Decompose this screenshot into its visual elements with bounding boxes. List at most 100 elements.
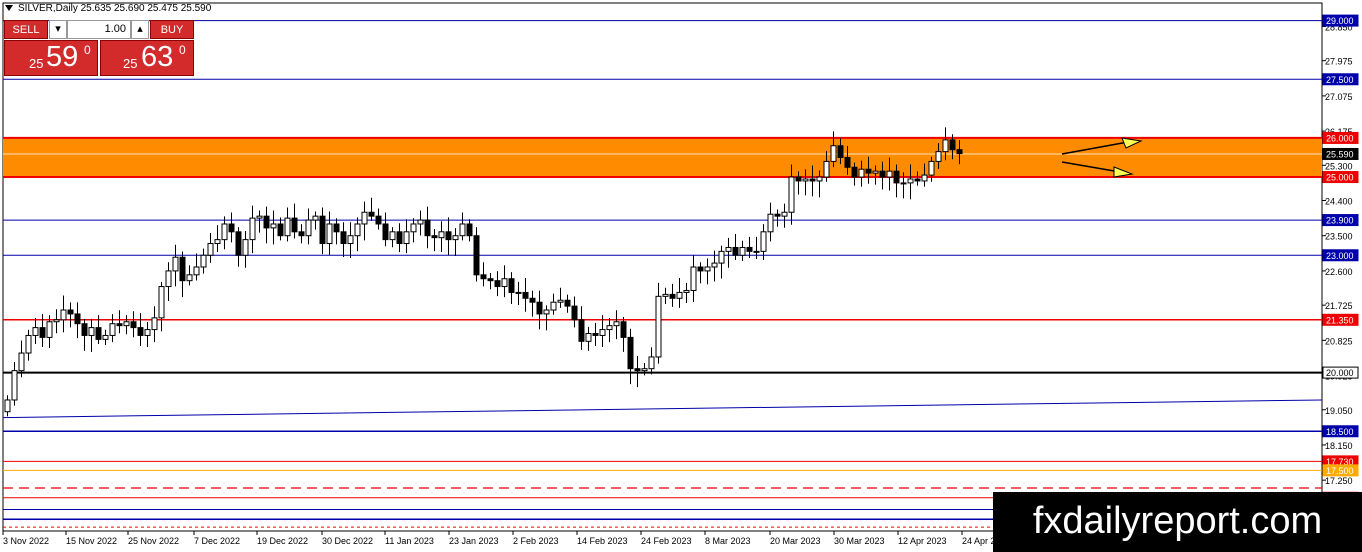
candle-body[interactable] xyxy=(627,336,634,370)
candle-body[interactable] xyxy=(361,211,368,225)
candle-body[interactable] xyxy=(683,289,690,293)
candle-body[interactable] xyxy=(571,305,578,321)
candle-body[interactable] xyxy=(39,327,46,338)
candle-body[interactable] xyxy=(186,274,193,282)
candle-body[interactable] xyxy=(32,327,39,336)
candle-body[interactable] xyxy=(46,321,53,338)
candle-body[interactable] xyxy=(389,231,396,241)
candle-body[interactable] xyxy=(417,219,424,225)
candle-body[interactable] xyxy=(466,223,473,237)
symbol-dropdown-icon[interactable] xyxy=(5,5,13,11)
candle-body[interactable] xyxy=(879,170,886,178)
candle-body[interactable] xyxy=(501,278,508,288)
candle-body[interactable] xyxy=(221,223,228,241)
candle-body[interactable] xyxy=(368,211,375,217)
candle-body[interactable] xyxy=(480,274,487,280)
candle-body[interactable] xyxy=(704,266,711,272)
candle-body[interactable] xyxy=(774,213,781,217)
candle-body[interactable] xyxy=(711,262,718,268)
candle-body[interactable] xyxy=(550,301,557,311)
candle-body[interactable] xyxy=(403,231,410,245)
candle-body[interactable] xyxy=(326,223,333,245)
candle-body[interactable] xyxy=(130,321,137,329)
candle-body[interactable] xyxy=(914,178,921,182)
candle-body[interactable] xyxy=(305,219,312,237)
candle-body[interactable] xyxy=(11,370,18,401)
candle-body[interactable] xyxy=(277,223,284,237)
candle-body[interactable] xyxy=(116,323,123,327)
candle-body[interactable] xyxy=(865,168,872,174)
candle-body[interactable] xyxy=(235,231,242,256)
candle-body[interactable] xyxy=(382,223,389,241)
candle-body[interactable] xyxy=(228,223,235,233)
candle-body[interactable] xyxy=(151,317,158,331)
candle-body[interactable] xyxy=(25,334,32,354)
candle-body[interactable] xyxy=(88,327,95,336)
candle-body[interactable] xyxy=(81,323,88,336)
candle-body[interactable] xyxy=(648,356,655,370)
candle-body[interactable] xyxy=(641,368,648,372)
candle-body[interactable] xyxy=(172,256,179,272)
candle-body[interactable] xyxy=(179,256,186,282)
candle-body[interactable] xyxy=(193,266,200,276)
candle-body[interactable] xyxy=(606,325,613,331)
candle-body[interactable] xyxy=(935,151,942,162)
candle-body[interactable] xyxy=(816,176,823,182)
candle-body[interactable] xyxy=(4,399,11,413)
candle-body[interactable] xyxy=(256,215,263,219)
candle-body[interactable] xyxy=(473,235,480,276)
candle-body[interactable] xyxy=(102,334,109,340)
sell-button[interactable]: SELL xyxy=(4,20,48,39)
candle-body[interactable] xyxy=(165,270,172,288)
candle-body[interactable] xyxy=(837,145,844,158)
candle-body[interactable] xyxy=(928,160,935,176)
candle-body[interactable] xyxy=(459,223,466,237)
candle-body[interactable] xyxy=(333,223,340,233)
candle-body[interactable] xyxy=(599,329,606,336)
candle-body[interactable] xyxy=(340,231,347,245)
candle-body[interactable] xyxy=(508,278,515,293)
buy-price-button[interactable]: 25 63 0 xyxy=(100,40,194,76)
candle-body[interactable] xyxy=(109,323,116,336)
candle-body[interactable] xyxy=(564,299,571,307)
candle-body[interactable] xyxy=(634,368,641,372)
price-chart[interactable]: 28.85027.97527.07526.17525.30024.40023.5… xyxy=(0,0,1362,552)
candle-body[interactable] xyxy=(809,178,816,182)
candle-body[interactable] xyxy=(592,332,599,336)
candle-body[interactable] xyxy=(746,246,753,252)
candle-body[interactable] xyxy=(543,309,550,315)
candle-body[interactable] xyxy=(956,149,963,155)
candle-body[interactable] xyxy=(312,215,319,221)
candle-body[interactable] xyxy=(270,223,277,229)
candle-body[interactable] xyxy=(438,231,445,239)
candle-body[interactable] xyxy=(760,231,767,252)
lot-increase-button[interactable]: ▴ xyxy=(131,20,149,39)
candle-body[interactable] xyxy=(662,293,669,297)
candle-body[interactable] xyxy=(347,235,354,245)
candle-body[interactable] xyxy=(354,223,361,237)
candle-body[interactable] xyxy=(718,250,725,264)
candle-body[interactable] xyxy=(844,156,851,168)
candle-body[interactable] xyxy=(732,246,739,256)
candle-body[interactable] xyxy=(557,299,564,303)
candle-body[interactable] xyxy=(494,280,501,288)
candle-body[interactable] xyxy=(739,246,746,256)
candle-body[interactable] xyxy=(886,170,893,178)
candle-body[interactable] xyxy=(123,321,130,327)
candle-body[interactable] xyxy=(74,313,81,325)
candle-body[interactable] xyxy=(872,170,879,174)
candle-body[interactable] xyxy=(529,297,536,303)
candle-body[interactable] xyxy=(669,293,676,299)
candle-body[interactable] xyxy=(431,235,438,239)
candle-body[interactable] xyxy=(858,168,865,178)
candle-body[interactable] xyxy=(515,291,522,294)
candle-body[interactable] xyxy=(697,266,704,272)
candle-body[interactable] xyxy=(137,327,144,336)
candle-body[interactable] xyxy=(802,178,809,182)
candle-body[interactable] xyxy=(284,217,291,237)
candle-body[interactable] xyxy=(452,235,459,241)
candle-body[interactable] xyxy=(396,231,403,245)
candle-body[interactable] xyxy=(851,166,858,178)
candle-body[interactable] xyxy=(676,291,683,299)
candle-body[interactable] xyxy=(263,215,270,229)
